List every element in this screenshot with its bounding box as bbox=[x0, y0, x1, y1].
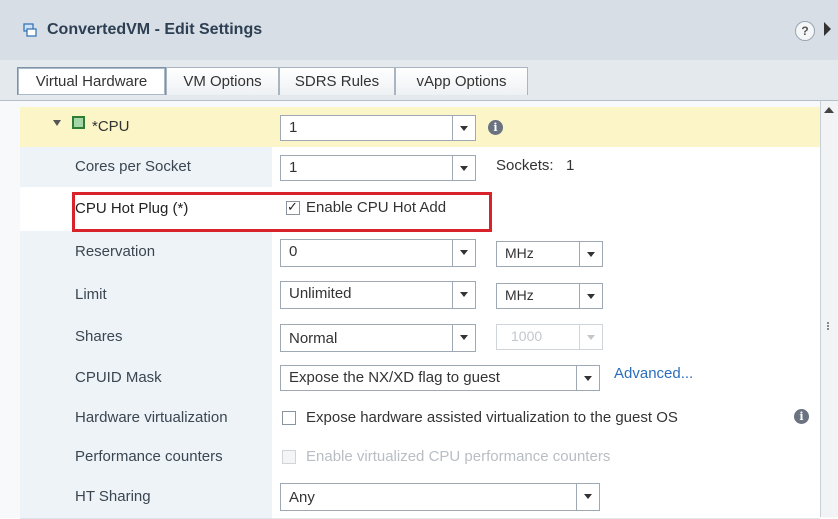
limit-input[interactable]: Unlimited bbox=[280, 281, 476, 309]
reservation-unit-dropdown[interactable]: MHz bbox=[496, 241, 603, 267]
highlight-annotation-box bbox=[72, 192, 492, 232]
expand-chevron-icon[interactable] bbox=[53, 120, 61, 126]
performance-counters-option: Enable virtualized CPU performance count… bbox=[306, 448, 611, 465]
reservation-label: Reservation bbox=[75, 243, 156, 260]
chevron-down-icon[interactable] bbox=[579, 284, 602, 308]
chevron-down-icon[interactable] bbox=[452, 325, 475, 351]
reservation-input[interactable]: 0 bbox=[280, 239, 476, 267]
help-icon[interactable]: ? bbox=[795, 21, 815, 41]
ht-sharing-label: HT Sharing bbox=[75, 488, 151, 505]
shares-amount-input: 1000 bbox=[496, 324, 603, 350]
info-icon[interactable]: i bbox=[794, 409, 809, 424]
vm-icon bbox=[23, 23, 37, 37]
tab-vapp-options[interactable]: vApp Options bbox=[395, 67, 528, 95]
cpuid-mask-row: CPUID Mask Expose the NX/XD flag to gues… bbox=[20, 357, 820, 398]
scroll-grip-icon[interactable] bbox=[827, 321, 833, 331]
cpu-icon bbox=[72, 116, 85, 129]
chevron-down-icon[interactable] bbox=[452, 282, 475, 308]
cpu-count-dropdown[interactable]: 1 bbox=[280, 115, 476, 141]
cpuid-mask-dropdown[interactable]: Expose the NX/XD flag to guest bbox=[280, 365, 600, 391]
chevron-down-icon bbox=[579, 325, 602, 349]
window-title-bar: ConvertedVM - Edit Settings ? bbox=[0, 0, 838, 60]
sockets-value: 1 bbox=[566, 157, 575, 174]
chevron-down-icon[interactable] bbox=[452, 240, 475, 266]
hardware-virtualization-label: Hardware virtualization bbox=[75, 409, 228, 426]
chevron-down-icon[interactable] bbox=[576, 366, 599, 390]
limit-unit-dropdown[interactable]: MHz bbox=[496, 283, 603, 309]
limit-label: Limit bbox=[75, 286, 107, 303]
settings-panel: *CPU 1 i Cores per Socket 1 Sockets: 1 C… bbox=[0, 100, 838, 519]
performance-counters-row: Performance counters Enable virtualized … bbox=[20, 437, 820, 476]
tab-sdrs-rules[interactable]: SDRS Rules bbox=[279, 67, 395, 95]
chevron-down-icon[interactable] bbox=[452, 116, 475, 140]
sockets-label: Sockets: bbox=[496, 157, 554, 174]
cores-per-socket-dropdown[interactable]: 1 bbox=[280, 155, 476, 181]
shares-dropdown[interactable]: Normal bbox=[280, 324, 476, 352]
shares-label: Shares bbox=[75, 328, 123, 345]
ht-sharing-dropdown[interactable]: Any bbox=[280, 483, 600, 511]
chevron-down-icon[interactable] bbox=[579, 242, 602, 266]
performance-counters-label: Performance counters bbox=[75, 448, 223, 465]
shares-row: Shares Normal 1000 bbox=[20, 315, 820, 358]
hardware-virtualization-checkbox[interactable] bbox=[282, 411, 296, 425]
scroll-up-arrow-icon[interactable] bbox=[824, 107, 834, 113]
tab-vm-options[interactable]: VM Options bbox=[166, 67, 279, 95]
hardware-virtualization-row: Hardware virtualization Expose hardware … bbox=[20, 397, 820, 438]
chevron-down-icon[interactable] bbox=[452, 156, 475, 180]
cores-per-socket-label: Cores per Socket bbox=[75, 158, 191, 175]
collapse-arrow-icon[interactable] bbox=[824, 22, 831, 36]
cpuid-mask-label: CPUID Mask bbox=[75, 369, 162, 386]
chevron-down-icon[interactable] bbox=[576, 484, 599, 510]
limit-row: Limit Unlimited MHz bbox=[20, 273, 820, 316]
cpu-label: *CPU bbox=[92, 118, 130, 135]
cpu-row: *CPU 1 i bbox=[20, 107, 820, 148]
window-title: ConvertedVM - Edit Settings bbox=[47, 21, 263, 38]
ht-sharing-row: HT Sharing Any bbox=[20, 475, 820, 519]
reservation-row: Reservation 0 MHz bbox=[20, 231, 820, 274]
advanced-link[interactable]: Advanced... bbox=[614, 365, 693, 382]
hardware-virtualization-option[interactable]: Expose hardware assisted virtualization … bbox=[306, 408, 678, 428]
info-icon[interactable]: i bbox=[488, 120, 503, 135]
vertical-scrollbar[interactable] bbox=[820, 101, 838, 517]
tab-strip: Virtual Hardware VM Options SDRS Rules v… bbox=[0, 60, 838, 100]
performance-counters-checkbox bbox=[282, 450, 296, 464]
cores-per-socket-row: Cores per Socket 1 Sockets: 1 bbox=[20, 147, 820, 188]
tab-virtual-hardware[interactable]: Virtual Hardware bbox=[17, 67, 166, 95]
